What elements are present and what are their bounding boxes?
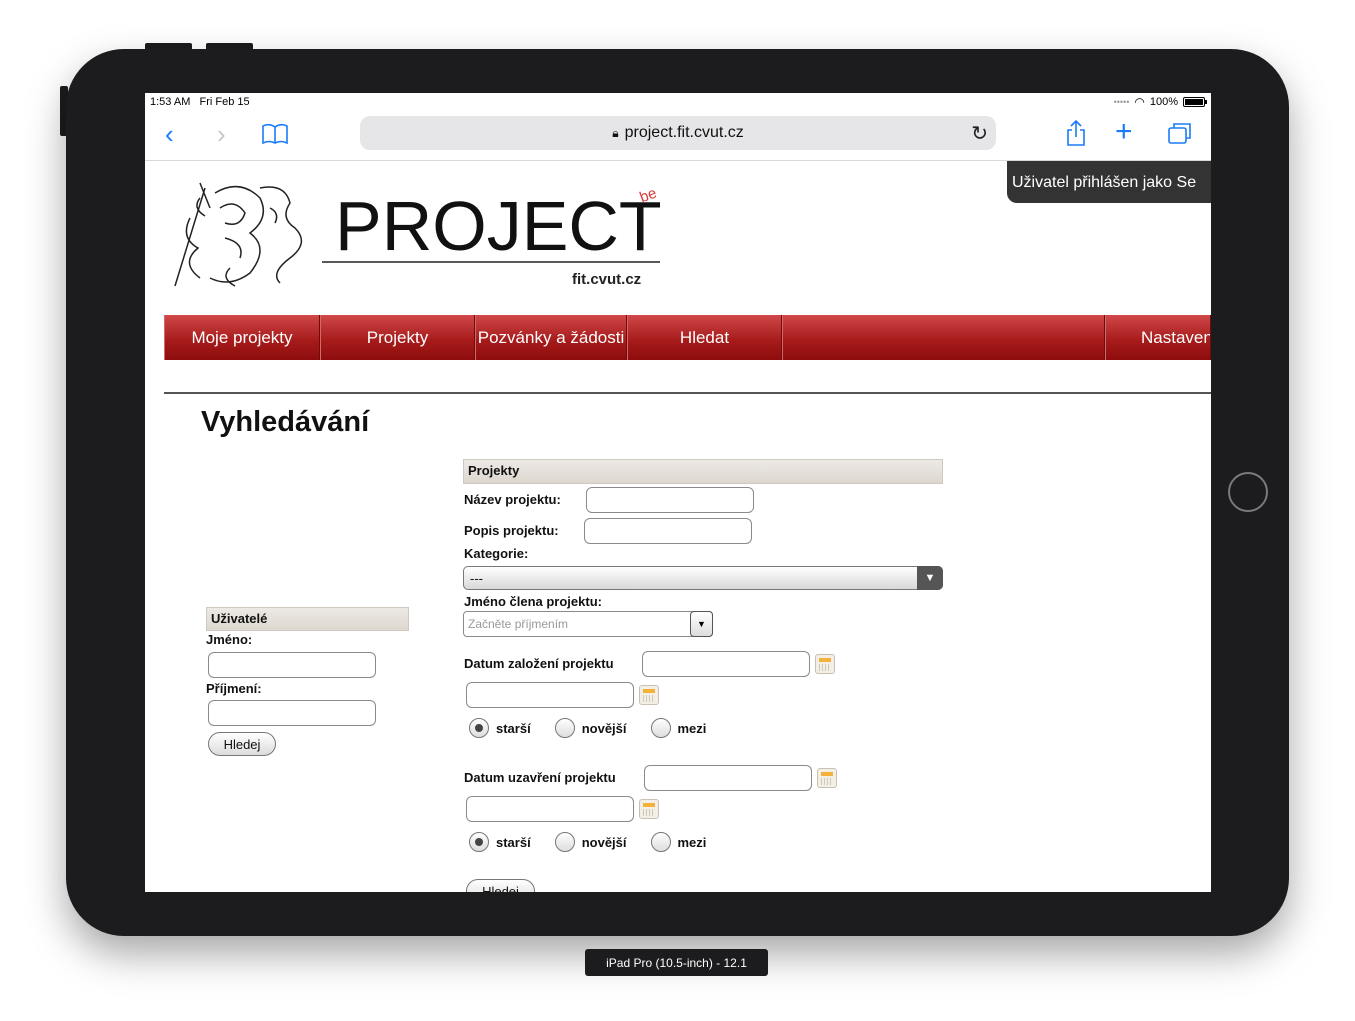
closed-radio-older[interactable]: [469, 832, 489, 852]
founded-radio-older[interactable]: [469, 718, 489, 738]
nav-projects[interactable]: Projekty: [320, 315, 475, 360]
reload-icon[interactable]: ↻: [971, 121, 988, 146]
forward-icon[interactable]: ›: [217, 121, 226, 147]
projects-search-button[interactable]: Hledej: [466, 879, 535, 892]
project-description-label: Popis projektu:: [464, 523, 559, 538]
founded-date-from-input[interactable]: [642, 651, 810, 677]
wifi-icon: ◠: [1134, 95, 1145, 109]
closed-radio-between[interactable]: [650, 832, 671, 852]
project-name-label: Název projektu:: [464, 492, 561, 507]
lock-icon: 🔒︎: [612, 125, 619, 140]
chevron-down-icon: ▼: [917, 566, 943, 590]
calendar-icon[interactable]: [639, 799, 659, 819]
founded-radio-group: starší novější mezi: [469, 718, 730, 738]
closed-radio-newer[interactable]: [554, 832, 575, 852]
calendar-icon[interactable]: [815, 654, 835, 674]
nav-my-projects[interactable]: Moje projekty: [164, 315, 320, 360]
bookmarks-icon[interactable]: [262, 123, 288, 150]
svg-text:fit.cvut.cz: fit.cvut.cz: [572, 271, 641, 288]
user-status-badge: Uživatel přihlášen jako Se: [1007, 161, 1211, 203]
svg-text:PROJECT: PROJECT: [335, 187, 662, 265]
first-name-input[interactable]: [208, 652, 376, 678]
home-button[interactable]: [1228, 472, 1268, 512]
category-label: Kategorie:: [464, 546, 529, 561]
lion-emblem-icon: PROJECT fit.cvut.cz be: [174, 182, 662, 288]
new-tab-icon[interactable]: +: [1115, 117, 1133, 147]
closed-date-to-input[interactable]: [466, 796, 634, 822]
address-bar[interactable]: 🔒︎ project.fit.cvut.cz ↻: [360, 116, 996, 150]
category-value: ---: [470, 571, 483, 586]
calendar-icon[interactable]: [639, 685, 659, 705]
dropdown-arrow-icon[interactable]: ▼: [690, 611, 713, 637]
users-section-heading: Uživatelé: [206, 607, 409, 631]
founded-date-to-input[interactable]: [466, 682, 634, 708]
users-search-button[interactable]: Hledej: [208, 732, 276, 756]
signal-dots-icon: •••••: [1113, 97, 1130, 107]
closed-radio-group: starší novější mezi: [469, 832, 730, 852]
founded-date-label: Datum založení projektu: [464, 656, 614, 671]
first-name-label: Jméno:: [206, 632, 253, 647]
nav-invitations[interactable]: Pozvánky a žádosti: [475, 315, 627, 360]
member-placeholder: Začněte příjmením: [468, 617, 569, 631]
safari-toolbar: ‹ › 🔒︎ project.fit.cvut.cz ↻ +: [145, 111, 1211, 161]
ipad-screen: 1:53 AM Fri Feb 15 ••••• ◠ 100% ‹ › 🔒︎ p…: [145, 93, 1211, 892]
status-time: 1:53 AM Fri Feb 15: [150, 96, 250, 108]
nav-search[interactable]: Hledat: [627, 315, 782, 360]
projects-section-heading: Projekty: [463, 459, 943, 484]
page-title: Vyhledávání: [201, 406, 370, 438]
nav-spacer: [782, 315, 1105, 360]
battery-percent: 100%: [1149, 96, 1178, 108]
project-description-input[interactable]: [584, 518, 752, 544]
founded-radio-newer[interactable]: [554, 718, 575, 738]
tabs-icon[interactable]: [1167, 121, 1193, 150]
member-label: Jméno člena projektu:: [464, 594, 602, 609]
battery-icon: [1183, 97, 1207, 107]
back-icon[interactable]: ‹: [165, 121, 174, 147]
member-input[interactable]: Začněte příjmením ▼: [463, 611, 713, 637]
project-name-input[interactable]: [586, 487, 754, 513]
status-bar: 1:53 AM Fri Feb 15 ••••• ◠ 100%: [145, 93, 1211, 111]
nav-settings[interactable]: Nastaven: [1105, 315, 1211, 360]
main-nav: Moje projekty Projekty Pozvánky a žádost…: [164, 315, 1211, 360]
calendar-icon[interactable]: [817, 768, 837, 788]
divider: [164, 392, 1211, 394]
last-name-label: Příjmení:: [206, 681, 262, 696]
status-indicators: ••••• ◠ 100%: [1113, 95, 1207, 109]
simulator-stage: 1:53 AM Fri Feb 15 ••••• ◠ 100% ‹ › 🔒︎ p…: [0, 0, 1355, 1021]
share-icon[interactable]: [1066, 119, 1086, 152]
last-name-input[interactable]: [208, 700, 376, 726]
closed-date-label: Datum uzavření projektu: [464, 770, 616, 785]
simulator-device-label: iPad Pro (10.5-inch) - 12.1: [585, 949, 768, 976]
founded-radio-between[interactable]: [650, 718, 671, 738]
closed-date-from-input[interactable]: [644, 765, 812, 791]
category-select[interactable]: --- ▼: [463, 566, 943, 590]
project-logo[interactable]: PROJECT fit.cvut.cz be: [170, 178, 670, 293]
url-text: project.fit.cvut.cz: [624, 124, 744, 141]
